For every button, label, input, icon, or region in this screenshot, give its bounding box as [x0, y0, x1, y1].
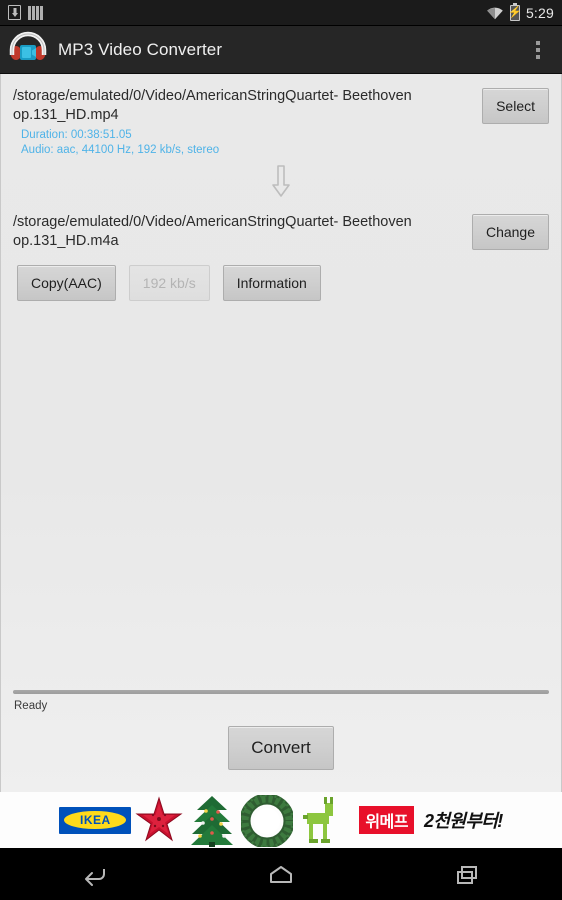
status-bar: ⚡ 5:29	[0, 0, 562, 26]
app-title: MP3 Video Converter	[58, 39, 223, 59]
output-file-row: /storage/emulated/0/Video/AmericanString…	[1, 200, 561, 251]
convert-button[interactable]: Convert	[228, 726, 334, 770]
status-bar-right-icons: ⚡ 5:29	[486, 4, 554, 21]
overflow-menu-icon[interactable]	[520, 28, 556, 72]
ad-price-text: 2천원부터!	[424, 811, 503, 831]
christmas-tree-icon	[187, 795, 237, 847]
navigation-bar	[0, 850, 562, 900]
download-icon	[8, 5, 21, 20]
input-audio-info: Audio: aac, 44100 Hz, 192 kb/s, stereo	[21, 144, 220, 156]
ikea-logo-text: IKEA	[79, 813, 111, 827]
recents-icon[interactable]	[433, 853, 503, 897]
ikea-logo-icon: IKEA	[59, 806, 132, 834]
input-file-row: /storage/emulated/0/Video/AmericanString…	[1, 74, 561, 158]
input-file-path: /storage/emulated/0/Video/AmericanString…	[13, 88, 412, 123]
battery-charging-icon: ⚡	[508, 4, 522, 21]
output-file-path: /storage/emulated/0/Video/AmericanString…	[13, 214, 412, 249]
output-file-info: /storage/emulated/0/Video/AmericanString…	[13, 200, 472, 251]
home-icon[interactable]	[246, 853, 316, 897]
status-bar-clock: 5:29	[525, 4, 554, 21]
back-icon[interactable]	[59, 853, 129, 897]
status-text: Ready	[14, 700, 48, 712]
star-ornament-icon	[135, 795, 183, 845]
headphones-video-icon	[6, 28, 50, 72]
information-button[interactable]: Information	[222, 265, 321, 301]
ad-banner[interactable]: IKEA 위메프 2천원부터!	[0, 792, 562, 848]
input-file-meta: Duration: 00:38:51.05 Audio: aac, 44100 …	[13, 128, 472, 158]
bitrate-button: 192 kb/s	[128, 265, 210, 301]
android-screen: ⚡ 5:29 MP3 Video Converter /storage/emul…	[0, 0, 562, 900]
reindeer-icon	[297, 795, 341, 845]
arrow-down-container	[1, 164, 561, 198]
options-button-row: Copy(AAC) 192 kb/s Information	[1, 251, 561, 301]
action-bar: MP3 Video Converter	[0, 26, 562, 74]
arrow-down-icon	[268, 164, 294, 198]
advertiser-logo: 위메프	[359, 806, 414, 834]
select-button[interactable]: Select	[482, 88, 549, 124]
input-duration: Duration: 00:38:51.05	[21, 129, 132, 141]
wifi-icon	[486, 6, 504, 20]
wreath-icon	[239, 793, 295, 848]
input-file-info: /storage/emulated/0/Video/AmericanString…	[13, 74, 482, 158]
equalizer-icon	[28, 5, 43, 20]
status-bar-left-icons	[8, 5, 43, 20]
change-button[interactable]: Change	[471, 214, 549, 250]
convert-button-container: Convert	[1, 712, 561, 792]
main-content: /storage/emulated/0/Video/AmericanString…	[0, 74, 562, 792]
codec-button[interactable]: Copy(AAC)	[17, 265, 116, 301]
status-area: Ready Convert	[1, 690, 561, 792]
